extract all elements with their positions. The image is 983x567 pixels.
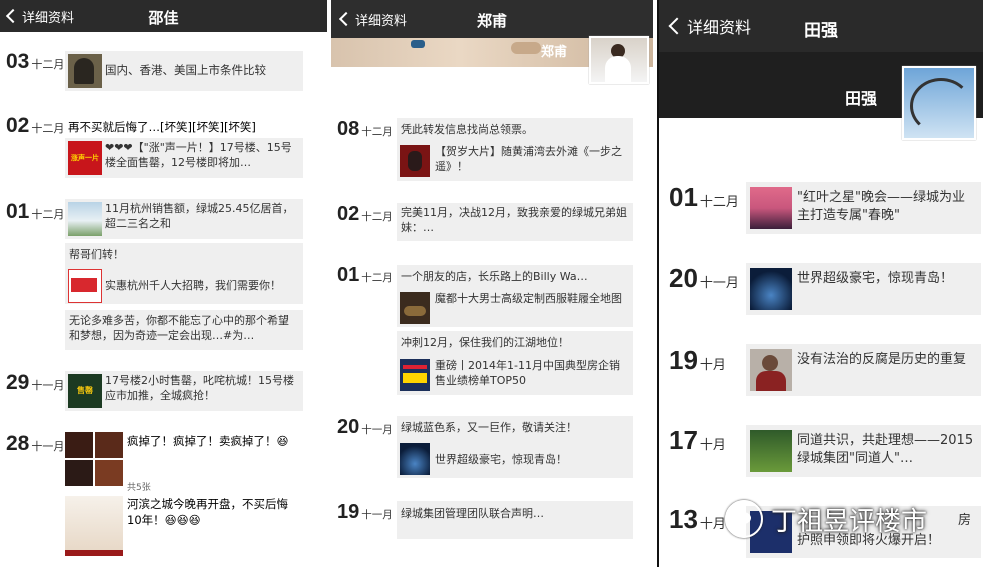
user-name: 郑甫 bbox=[541, 45, 568, 60]
post-card[interactable]: 售罄 17号楼2小时售罄，叱咤杭城！15号楼应市加推，全城疯抢！ bbox=[65, 371, 303, 411]
post-date: 20 十一月 bbox=[669, 263, 739, 293]
link-text: 实惠杭州千人大招聘，我们需要你！ bbox=[105, 279, 281, 292]
post-photo[interactable] bbox=[65, 432, 93, 458]
nav-bar: 详细资料 田强 bbox=[659, 0, 983, 52]
post-thumbnail bbox=[68, 54, 102, 88]
post-card[interactable]: 无论多难多苦，你都不能忘了心中的那个希望和梦想，因为奇迹一定会出现…#为… bbox=[65, 310, 303, 350]
post-thumbnail: 售罄 bbox=[68, 374, 102, 408]
post-card[interactable]: 凭此转发信息找尚总领票。 【贺岁大片】随黄浦湾去外滩《一步之遥》！ bbox=[397, 118, 633, 181]
post-photo[interactable] bbox=[65, 460, 93, 486]
shared-link-card[interactable]: 涨声一片 ❤❤❤【"涨"声一片！】17号楼、15号楼全面售罄，12号楼即将加… bbox=[65, 138, 303, 178]
post-date: 29 十一月 bbox=[6, 371, 65, 394]
post-text: 一个朋友的店，长乐路上的Billy Wa… bbox=[401, 270, 588, 283]
watermark: 丁祖昱评楼市 bbox=[725, 500, 927, 538]
post-card[interactable]: 同道共识，共赴理想——2015绿城集团"同道人"… bbox=[746, 425, 981, 477]
post-card[interactable]: 冲刺12月，保住我们的江湖地位！ 重磅丨2014年1-11月中国典型房企销售业绩… bbox=[397, 331, 633, 395]
post-text: 绿城蓝色系，又一巨作，敬请关注！ bbox=[401, 421, 577, 434]
post-card[interactable]: 11月杭州销售额，绿城25.45亿居首，超二三名之和 bbox=[65, 199, 303, 239]
avatar[interactable] bbox=[589, 36, 649, 84]
moments-panel-tianqiang: 详细资料 田强 田强 01 十二月 "红叶之星"晚会——绿城为业主打造专属"春晚… bbox=[657, 0, 983, 567]
post-card[interactable]: 绿城集团管理团队联合声明… bbox=[397, 501, 633, 539]
watermark-text: 丁祖昱评楼市 bbox=[771, 506, 928, 537]
post-thumbnail bbox=[68, 269, 102, 303]
post-text: 世界超级豪宅，惊现青岛！ bbox=[797, 271, 954, 286]
post-card[interactable]: 一个朋友的店，长乐路上的Billy Wa… 魔都十大男士高级定制西服鞋履全地图 bbox=[397, 265, 633, 327]
post-card[interactable]: 帮哥们转！ 实惠杭州千人大招聘，我们需要你！ bbox=[65, 243, 303, 304]
post-text: 疯掉了！疯掉了！卖疯掉了！😆 bbox=[127, 434, 289, 448]
post-thumbnail bbox=[750, 187, 792, 229]
post-text: 11月杭州销售额，绿城25.45亿居首，超二三名之和 bbox=[105, 202, 294, 230]
post-thumbnail bbox=[400, 359, 430, 391]
post-date: 01 十二月 bbox=[669, 182, 739, 212]
post-card[interactable]: 没有法治的反腐是历史的重复 bbox=[746, 344, 981, 396]
page-title: 郑甫 bbox=[476, 12, 507, 30]
nav-bar: 详细资料 邵佳 bbox=[0, 0, 327, 32]
post-card[interactable]: 世界超级豪宅，惊现青岛！ bbox=[746, 263, 981, 315]
post-text: 冲刺12月，保住我们的江湖地位！ bbox=[401, 336, 569, 349]
post-text: 没有法治的反腐是历史的重复 bbox=[797, 352, 967, 367]
page-title: 田强 bbox=[804, 21, 838, 41]
post-text: 国内、香港、美国上市条件比较 bbox=[105, 63, 266, 77]
page-title: 邵佳 bbox=[148, 9, 179, 27]
post-thumbnail bbox=[400, 292, 430, 324]
post-date: 17 十月 bbox=[669, 425, 726, 455]
post-date: 02 十二月 bbox=[6, 114, 65, 137]
link-text: 重磅丨2014年1-11月中国典型房企销售业绩榜单TOP50 bbox=[435, 359, 620, 387]
wechat-icon bbox=[725, 500, 763, 538]
post-thumbnail bbox=[750, 430, 792, 472]
post-thumbnail bbox=[400, 443, 430, 475]
post-card[interactable]: 绿城蓝色系，又一巨作，敬请关注！ 世界超级豪宅，惊现青岛！ bbox=[397, 416, 633, 478]
post-text: 凭此转发信息找尚总领票。 bbox=[401, 123, 533, 136]
post-date: 28 十一月 bbox=[6, 432, 65, 455]
post-card[interactable]: 国内、香港、美国上市条件比较 bbox=[65, 51, 303, 91]
post-text: 河滨之城今晚再开盘，不买后悔10年！😆😆😆 bbox=[127, 497, 288, 527]
avatar[interactable] bbox=[902, 66, 976, 140]
post-photo[interactable] bbox=[65, 496, 123, 556]
post-thumbnail bbox=[750, 349, 792, 391]
post-photo[interactable] bbox=[95, 460, 123, 486]
moments-panel-zhengfu: 详细资料 郑甫 郑甫 08 十二月 凭此转发信息找尚总领票。 【贺岁大片】随黄浦… bbox=[331, 0, 653, 567]
post-text-partial: 房 bbox=[958, 513, 972, 528]
post-card[interactable]: "红叶之星"晚会——绿城为业主打造专属"春晚" bbox=[746, 182, 981, 234]
post-text: 无论多难多苦，你都不能忘了心中的那个希望和梦想，因为奇迹一定会出现…#为… bbox=[69, 314, 289, 342]
post-photo[interactable] bbox=[95, 432, 123, 458]
post-date: 01 十二月 bbox=[337, 264, 393, 286]
link-text: 魔都十大男士高级定制西服鞋履全地图 bbox=[435, 292, 622, 305]
post-date: 01 十二月 bbox=[6, 200, 65, 223]
post-date: 19 十一月 bbox=[337, 501, 393, 523]
nav-bar: 详细资料 郑甫 bbox=[331, 0, 653, 38]
post-date: 02 十二月 bbox=[337, 203, 393, 225]
post-card[interactable]: 完美11月，决战12月，致我亲爱的绿城兄弟姐妹：… bbox=[397, 203, 633, 241]
post-thumbnail bbox=[400, 145, 430, 177]
link-text: 【贺岁大片】随黄浦湾去外滩《一步之遥》！ bbox=[435, 145, 622, 173]
link-text: 世界超级豪宅，惊现青岛！ bbox=[435, 453, 567, 466]
post-date: 19 十月 bbox=[669, 345, 726, 375]
photo-count: 共5张 bbox=[127, 483, 151, 493]
post-date: 03 十二月 bbox=[6, 50, 65, 73]
post-text: "红叶之星"晚会——绿城为业主打造专属"春晚" bbox=[797, 190, 965, 223]
user-name: 田强 bbox=[845, 89, 878, 108]
link-text: ❤❤❤【"涨"声一片！】17号楼、15号楼全面售罄，12号楼即将加… bbox=[105, 141, 292, 169]
post-text: 帮哥们转！ bbox=[69, 248, 124, 261]
post-thumbnail bbox=[750, 268, 792, 310]
post-date: 13 十月 bbox=[669, 504, 726, 534]
post-date: 08 十二月 bbox=[337, 118, 393, 140]
post-text: 绿城集团管理团队联合声明… bbox=[401, 507, 544, 520]
post-text: 再不买就后悔了…[坏笑][坏笑][坏笑] bbox=[68, 120, 256, 134]
post-text: 17号楼2小时售罄，叱咤杭城！15号楼应市加推，全城疯抢！ bbox=[105, 374, 294, 402]
post-thumbnail bbox=[68, 202, 102, 236]
post-date: 20 十一月 bbox=[337, 416, 393, 438]
post-thumbnail: 涨声一片 bbox=[68, 141, 102, 175]
post-text: 同道共识，共赴理想——2015绿城集团"同道人"… bbox=[797, 433, 974, 466]
post-text: 完美11月，决战12月，致我亲爱的绿城兄弟姐妹：… bbox=[401, 206, 627, 234]
moments-panel-shaojia: 详细资料 邵佳 03 十二月 国内、香港、美国上市条件比较 02 十二月 再不买… bbox=[0, 0, 327, 567]
